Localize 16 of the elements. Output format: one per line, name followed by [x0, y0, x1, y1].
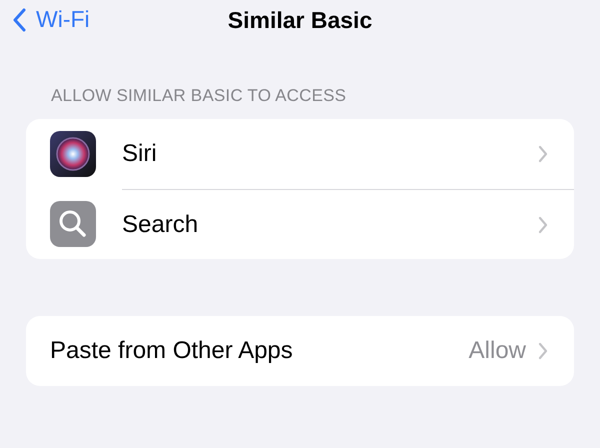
settings-row[interactable]: Search — [26, 189, 574, 259]
row-value: Allow — [468, 337, 526, 365]
settings-row[interactable]: Paste from Other Apps Allow — [26, 316, 574, 386]
back-chevron-icon — [12, 8, 26, 32]
settings-row[interactable]: Siri — [26, 119, 574, 189]
row-label: Paste from Other Apps — [50, 337, 294, 365]
screen-title: Similar Basic — [228, 6, 372, 34]
row-label: Siri — [122, 140, 158, 168]
back-button[interactable]: Wi-Fi — [12, 6, 90, 33]
chevron-icon — [538, 216, 548, 234]
chevron-icon — [538, 342, 548, 360]
search-icon — [50, 201, 96, 247]
orb-icon — [50, 131, 96, 177]
chevron-icon — [538, 145, 548, 163]
row-label: Search — [122, 210, 200, 238]
section-header: ALLOW SIMILAR BASIC TO ACCESS — [50, 86, 348, 106]
